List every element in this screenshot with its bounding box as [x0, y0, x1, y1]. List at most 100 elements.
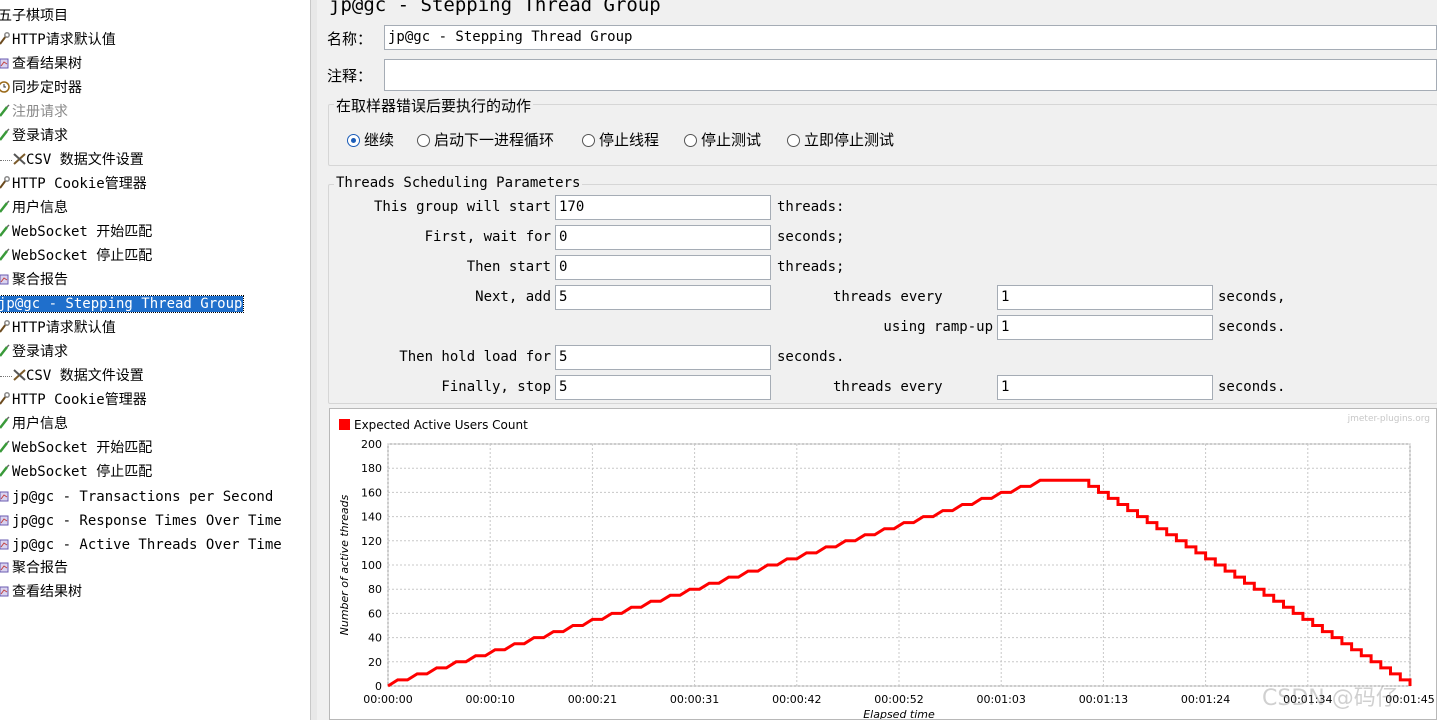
tree-item[interactable]: jp@gc - Transactions per Second: [0, 486, 273, 508]
start-threads-input[interactable]: 170: [555, 195, 771, 220]
initial-delay-input[interactable]: 0: [555, 225, 771, 250]
x-tick-label: 00:01:13: [1079, 693, 1128, 706]
scheduling-title: Threads Scheduling Parameters: [334, 175, 583, 191]
tree-item-label: 注册请求: [12, 104, 68, 120]
watermark: CSDN @码仔: [1262, 686, 1398, 711]
radio-checked-icon: [347, 134, 360, 147]
tree-item[interactable]: 聚合报告: [0, 269, 68, 291]
expected-users-chart: 0 20 40 60 80 100 120 140 160 180 200 00:00:00 00:00…: [329, 408, 1437, 721]
sampler-icon: [0, 103, 10, 117]
tree-item[interactable]: 用户信息: [0, 413, 68, 435]
stop-threads-input[interactable]: 5: [555, 375, 771, 400]
radio-label: 立即停止测试: [804, 131, 895, 149]
tree-item-selected[interactable]: jp@gc - Stepping Thread Group: [0, 293, 245, 315]
initial-threads-unit: threads;: [777, 259, 845, 275]
comment-label: 注释：: [327, 67, 373, 85]
tree-item[interactable]: 登录请求: [0, 341, 68, 363]
tree-item-label: WebSocket 停止匹配: [12, 464, 153, 480]
tree-item[interactable]: HTTP Cookie管理器: [0, 173, 147, 195]
name-label: 名称：: [327, 30, 373, 48]
tree-item-label: 用户信息: [12, 416, 68, 432]
error-action-radio[interactable]: 立即停止测试: [787, 129, 894, 150]
initial-delay-label: First, wait for: [424, 229, 551, 245]
tree-item[interactable]: WebSocket 停止匹配: [0, 461, 152, 483]
listener-icon: [0, 559, 10, 573]
tree-item[interactable]: HTTP Cookie管理器: [0, 389, 147, 411]
sampler-icon: [0, 247, 10, 261]
tree-item-label: 登录请求: [12, 128, 68, 144]
tree-item-label: jp@gc - Response Times Over Time: [12, 513, 282, 529]
wrench-icon: [0, 319, 10, 333]
tree-item[interactable]: 用户信息: [0, 197, 68, 219]
tree-item[interactable]: 注册请求: [0, 101, 68, 123]
tree-item-label: 查看结果树: [12, 56, 82, 72]
x-tick-label: 00:00:10: [465, 693, 514, 706]
tree-item-label: HTTP请求默认值: [12, 32, 116, 48]
tree-item[interactable]: 同步定时器: [0, 77, 82, 99]
tree-item[interactable]: 五子棋项目: [0, 5, 68, 27]
timer-icon: [0, 79, 10, 93]
y-tick-label: 160: [361, 486, 382, 499]
tree-item[interactable]: CSV 数据文件设置: [0, 149, 144, 171]
radio-unchecked-icon: [417, 134, 430, 147]
chart-svg: 0 20 40 60 80 100 120 140 160 180 200 00:00:00 00:00…: [338, 414, 1435, 721]
x-tick-label: 00:00:21: [568, 693, 617, 706]
tree-item[interactable]: WebSocket 开始匹配: [0, 221, 152, 243]
error-action-radio[interactable]: 停止线程: [582, 129, 659, 150]
tree-item[interactable]: 查看结果树: [0, 581, 82, 603]
listener-icon: [0, 583, 10, 597]
tree-item[interactable]: 登录请求: [0, 125, 68, 147]
stop-interval-input[interactable]: 1: [997, 375, 1213, 400]
initial-threads-input[interactable]: 0: [555, 255, 771, 280]
tree-item[interactable]: WebSocket 开始匹配: [0, 437, 152, 459]
radio-label: 停止线程: [599, 131, 660, 149]
name-field[interactable]: jp@gc - Stepping Thread Group: [384, 25, 1437, 50]
start-threads-label: This group will start: [373, 199, 551, 215]
config-tools-icon: [12, 367, 26, 381]
listener-icon: [0, 488, 10, 502]
tree-connector: [0, 159, 12, 161]
error-action-radio[interactable]: 停止测试: [684, 129, 761, 150]
error-action-title: 在取样器错误后要执行的动作: [334, 95, 534, 116]
tree-item[interactable]: HTTP请求默认值: [0, 317, 116, 339]
rampup-input[interactable]: 1: [997, 315, 1213, 340]
listener-icon: [0, 512, 10, 526]
hold-label: Then hold load for: [399, 349, 551, 365]
tree-item-label: jp@gc - Active Threads Over Time: [12, 537, 282, 553]
tree-item[interactable]: 查看结果树: [0, 53, 82, 75]
sampler-icon: [0, 343, 10, 357]
x-tick-label: 00:01:24: [1181, 693, 1230, 706]
tree-item[interactable]: CSV 数据文件设置: [0, 365, 144, 387]
config-tools-icon: [12, 151, 26, 165]
comment-field[interactable]: [384, 59, 1437, 91]
y-tick-label: 100: [361, 559, 382, 572]
y-tick-label: 60: [368, 607, 382, 620]
tree-item[interactable]: WebSocket 停止匹配: [0, 245, 152, 267]
tree-item[interactable]: HTTP请求默认值: [0, 29, 116, 51]
legend-swatch: [339, 419, 350, 430]
initial-delay-unit: seconds;: [777, 229, 845, 245]
hold-input[interactable]: 5: [555, 345, 771, 370]
error-action-radio[interactable]: 启动下一进程循环: [417, 129, 554, 150]
tree-item[interactable]: jp@gc - Response Times Over Time: [0, 510, 282, 532]
listener-icon: [0, 55, 10, 69]
tree-item[interactable]: 聚合报告: [0, 557, 68, 579]
test-plan-tree[interactable]: 五子棋项目 HTTP请求默认值 查看结果树 同步定时器 注册请求 登录请求 CSV 数据文件…: [0, 0, 310, 720]
tree-item-label: WebSocket 开始匹配: [12, 440, 153, 456]
x-axis-label: Elapsed time: [863, 708, 935, 719]
x-tick-label: 00:00:31: [670, 693, 719, 706]
increment-interval-input[interactable]: 1: [997, 285, 1213, 310]
y-tick-label: 40: [368, 632, 382, 645]
initial-threads-label: Then start: [466, 259, 551, 275]
y-axis-label: Number of active threads: [338, 494, 351, 635]
radio-unchecked-icon: [684, 134, 697, 147]
increment-input[interactable]: 5: [555, 285, 771, 310]
tree-item[interactable]: jp@gc - Active Threads Over Time: [0, 534, 282, 556]
wrench-icon: [0, 175, 10, 189]
y-tick-label: 140: [361, 511, 382, 524]
tree-item-label: 用户信息: [12, 200, 68, 216]
y-tick-label: 0: [375, 680, 382, 693]
error-action-radio[interactable]: 继续: [347, 129, 394, 150]
x-tick-label: 00:00:00: [363, 693, 412, 706]
start-threads-unit: threads:: [777, 199, 845, 215]
